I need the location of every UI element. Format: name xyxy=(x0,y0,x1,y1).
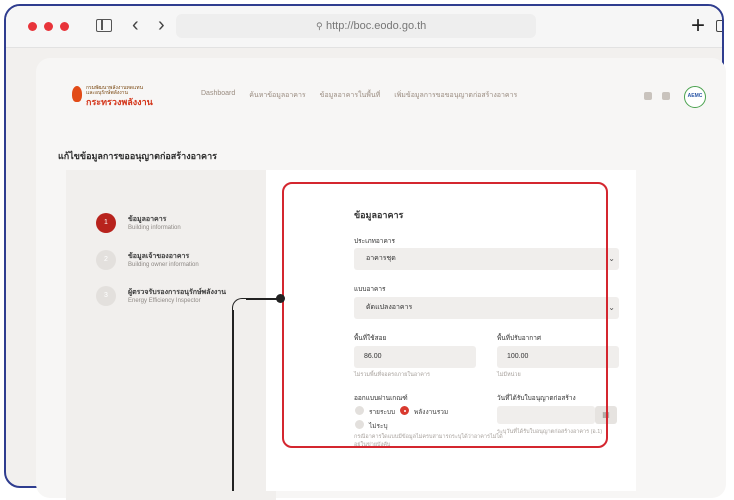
step-subtitle: Building information xyxy=(128,225,181,231)
page-title: แก้ไขข้อมูลการขออนุญาตก่อสร้างอาคาร xyxy=(58,151,217,161)
nav-dashboard[interactable]: Dashboard xyxy=(201,90,235,101)
top-navigation: Dashboard ค้นหาข้อมูลอาคาร ข้อมูลอาคารใน… xyxy=(201,90,517,101)
maximize-window-dot[interactable] xyxy=(60,22,69,31)
form-stepper: 1 ข้อมูลอาคาร Building information 2 ข้อ… xyxy=(66,170,276,500)
chevron-down-icon: ⌄ xyxy=(608,254,615,263)
step-subtitle: Energy Efficiency Inspector xyxy=(128,298,201,304)
step-title: ข้อมูลเจ้าของอาคาร xyxy=(128,253,190,260)
chevron-down-icon: ⌄ xyxy=(608,303,615,312)
flame-icon xyxy=(72,86,82,102)
step-title: ผู้ตรวจรับรองการอนุรักษ์พลังงาน xyxy=(128,289,227,296)
mail-icon[interactable] xyxy=(662,92,670,100)
callout-connector-corner xyxy=(232,298,246,312)
step-building-info[interactable]: 1 ข้อมูลอาคาร Building information xyxy=(96,213,276,253)
nav-add-permit[interactable]: เพิ่มข้อมูลการขอขอนุญาตก่อสร้างอาคาร xyxy=(394,90,517,101)
ministry-logo[interactable]: กรมพัฒนาพลังงานทดแทน และอนุรักษ์พลังงาน … xyxy=(72,84,172,108)
url-text: http://boc.eodo.go.th xyxy=(326,20,427,32)
step-title: ข้อมูลอาคาร xyxy=(128,216,167,223)
logo-line-3: กระทรวงพลังงาน xyxy=(86,97,153,107)
address-bar[interactable]: ⚲ http://boc.eodo.go.th xyxy=(176,14,536,38)
back-arrow-icon[interactable]: ‹ xyxy=(132,14,139,37)
step-owner-info[interactable]: 2 ข้อมูลเจ้าของอาคาร Building owner info… xyxy=(96,250,276,290)
grid-icon[interactable] xyxy=(644,92,652,100)
plus-icon[interactable]: + xyxy=(691,12,705,40)
nav-area-buildings[interactable]: ข้อมูลอาคารในพื้นที่ xyxy=(320,90,381,101)
step-number: 1 xyxy=(96,213,116,233)
sidebar-toggle-icon[interactable] xyxy=(96,19,112,32)
form-highlight-box xyxy=(282,182,608,448)
copy-icon[interactable] xyxy=(716,20,722,32)
avatar[interactable]: AEMC xyxy=(684,86,706,108)
browser-toolbar: ‹ › ⚲ http://boc.eodo.go.th + xyxy=(6,6,722,48)
search-icon: ⚲ xyxy=(316,21,323,31)
callout-connector-vertical xyxy=(232,310,234,491)
forward-arrow-icon[interactable]: › xyxy=(158,14,165,37)
minimize-window-dot[interactable] xyxy=(44,22,53,31)
step-number: 2 xyxy=(96,250,116,270)
nav-search-building[interactable]: ค้นหาข้อมูลอาคาร xyxy=(249,90,305,101)
step-number: 3 xyxy=(96,286,116,306)
step-inspector[interactable]: 3 ผู้ตรวจรับรองการอนุรักษ์พลังงาน Energy… xyxy=(96,286,276,326)
callout-connector-dot xyxy=(276,294,285,303)
step-subtitle: Building owner information xyxy=(128,262,199,268)
callout-connector xyxy=(246,298,280,300)
close-window-dot[interactable] xyxy=(28,22,37,31)
